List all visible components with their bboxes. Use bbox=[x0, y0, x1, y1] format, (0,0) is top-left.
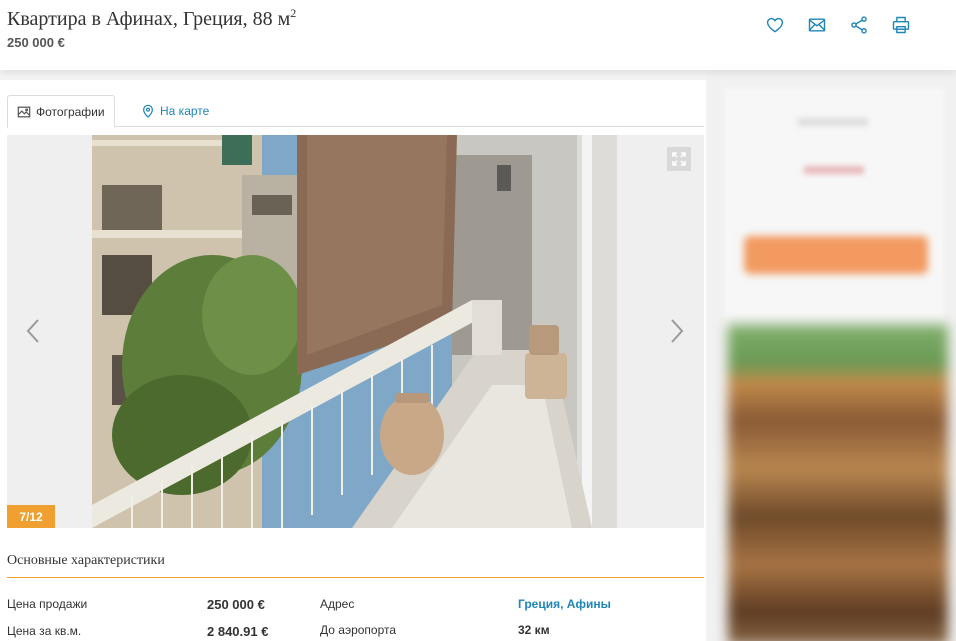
favorite-button[interactable] bbox=[764, 14, 786, 36]
printer-icon bbox=[892, 16, 910, 34]
mail-icon bbox=[808, 18, 826, 32]
share-icon bbox=[851, 16, 867, 34]
listing-actions bbox=[764, 14, 912, 36]
characteristics-title: Основные характеристики bbox=[7, 553, 165, 568]
email-button[interactable] bbox=[806, 14, 828, 36]
sidebar-blurred bbox=[706, 70, 956, 641]
heart-icon bbox=[766, 17, 784, 33]
sale-price-label: Цена продажи bbox=[7, 597, 88, 611]
media-tabs: Фотографии На карте bbox=[7, 95, 704, 128]
address-link[interactable]: Греция, Афины bbox=[518, 597, 611, 611]
listing-price: 250 000 € bbox=[7, 35, 65, 50]
map-pin-icon bbox=[143, 104, 153, 118]
sidebar-placeholder-text bbox=[804, 166, 864, 174]
listing-photo[interactable] bbox=[92, 135, 617, 528]
sale-price-value: 250 000 € bbox=[207, 597, 265, 612]
airport-distance-label: До аэропорта bbox=[320, 623, 397, 637]
fullscreen-button[interactable] bbox=[667, 147, 691, 171]
balcony-photo-image bbox=[92, 135, 617, 528]
tab-photos[interactable]: Фотографии bbox=[7, 95, 115, 128]
image-icon bbox=[17, 106, 31, 117]
characteristics-divider bbox=[7, 577, 704, 578]
gallery-prev-button[interactable] bbox=[23, 317, 43, 345]
address-label: Адрес bbox=[320, 597, 355, 611]
print-button[interactable] bbox=[890, 14, 912, 36]
tab-map-label: На карте bbox=[160, 104, 210, 118]
chevron-left-icon bbox=[26, 319, 39, 343]
tab-map[interactable]: На карте bbox=[141, 95, 209, 127]
share-button[interactable] bbox=[848, 14, 870, 36]
chevron-right-icon bbox=[671, 319, 684, 343]
listing-header: Квартира в Афинах, Греция, 88 м2 250 000… bbox=[0, 0, 956, 70]
listing-title: Квартира в Афинах, Греция, 88 м2 bbox=[7, 6, 297, 30]
sidebar-contact-button[interactable] bbox=[744, 236, 928, 274]
tab-photos-label: Фотографии bbox=[36, 104, 105, 119]
sidebar-ad-banner[interactable] bbox=[728, 325, 948, 641]
expand-icon bbox=[672, 152, 686, 166]
price-per-sqm-value: 2 840.91 € bbox=[207, 624, 269, 639]
sidebar-placeholder-text bbox=[798, 118, 868, 126]
photo-counter-badge: 7/12 bbox=[7, 505, 55, 528]
airport-distance-value: 32 км bbox=[518, 623, 550, 637]
price-per-sqm-label: Цена за кв.м. bbox=[7, 624, 82, 638]
photo-gallery: 7/12 bbox=[7, 135, 704, 528]
gallery-next-button[interactable] bbox=[667, 317, 687, 345]
